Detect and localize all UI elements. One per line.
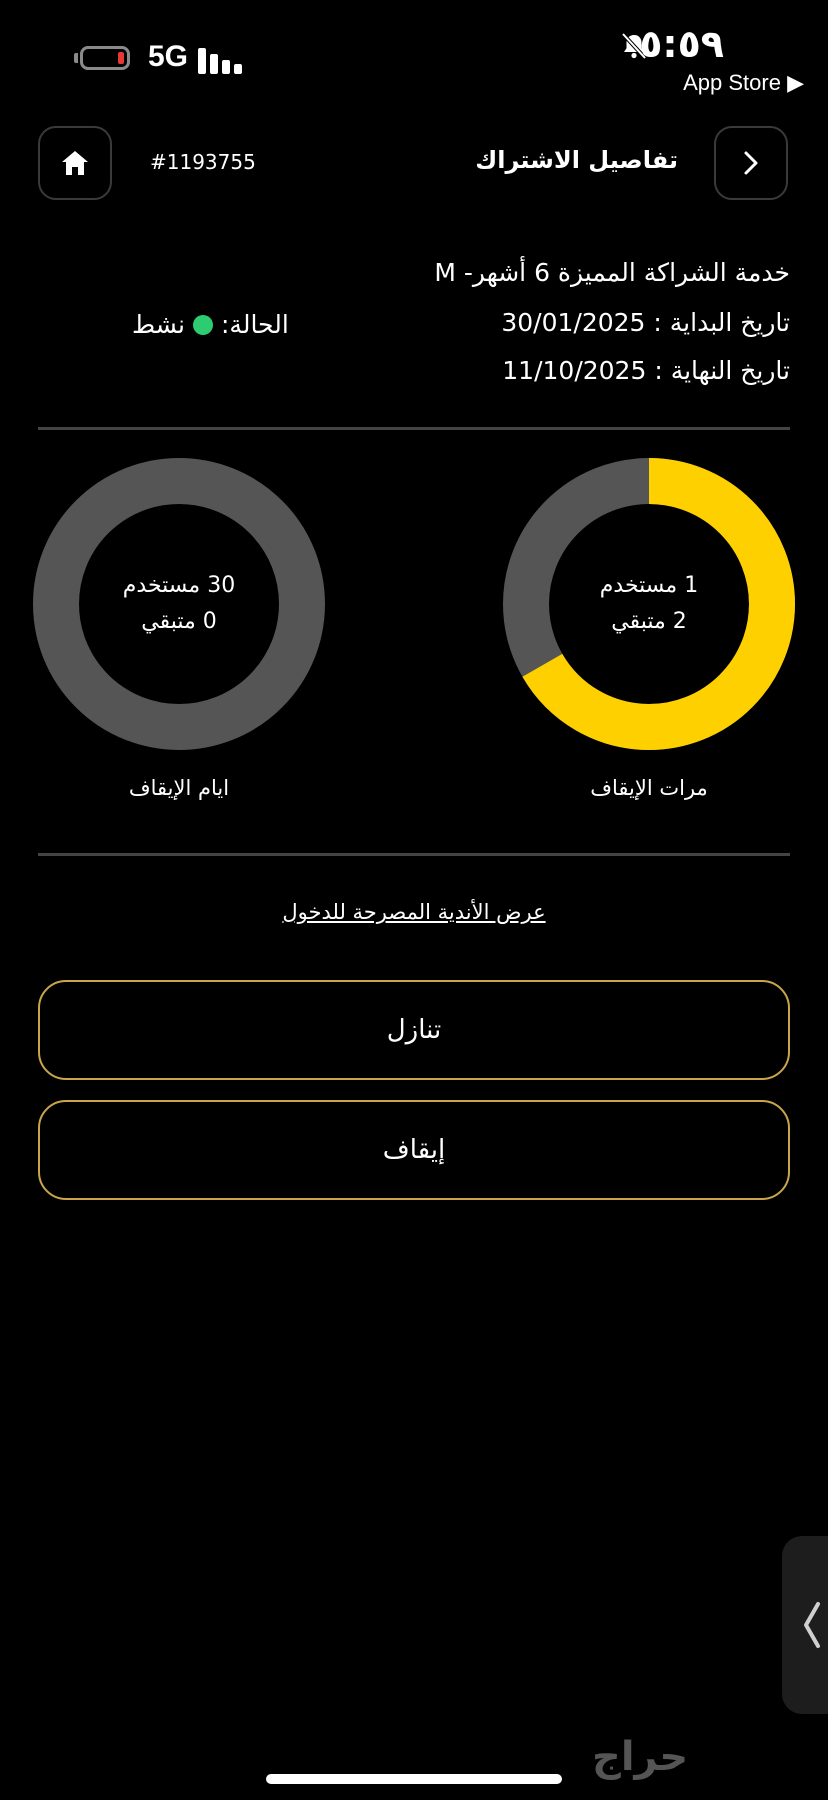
freeze-times-label: مرات الإيقاف	[590, 776, 708, 800]
divider	[38, 427, 790, 430]
end-date: تاريخ النهاية : 11/10/2025	[502, 356, 790, 385]
allowed-clubs-link[interactable]: عرض الأندية المصرحة للدخول	[0, 900, 828, 924]
home-icon	[62, 151, 88, 175]
remaining-count: 2 متبقي	[611, 609, 687, 634]
status-label: الحالة:	[221, 310, 289, 339]
network-type: 5G	[148, 40, 189, 73]
used-count: 1 مستخدم	[599, 573, 699, 598]
freeze-times-ring: 1 مستخدم 2 متبقي	[503, 458, 795, 750]
divider	[38, 853, 790, 856]
battery-nub	[74, 53, 78, 63]
home-button[interactable]	[38, 126, 112, 200]
service-name: خدمة الشراكة المميزة 6 أشهر- M	[434, 258, 790, 287]
chevron-right-icon	[744, 151, 758, 175]
freeze-button[interactable]: إيقاف	[38, 1100, 790, 1200]
start-date: تاريخ البداية : 30/01/2025	[501, 308, 790, 337]
status-row: الحالة: نشط	[132, 310, 289, 339]
freeze-days-label: ايام الإيقاف	[128, 776, 230, 800]
battery-icon	[80, 46, 130, 70]
watermark-logo: حراج	[592, 1734, 689, 1780]
subscription-details-screen: 5G ٥:٥٩ App Store ▶ #1193755 تفاصيل الاش…	[0, 0, 828, 1800]
used-count: 30 مستخدم	[122, 573, 236, 598]
back-to-app-link[interactable]: App Store ▶	[683, 70, 804, 96]
freeze-days-ring: 30 مستخدم 0 متبقي	[33, 458, 325, 750]
status-value: نشط	[132, 310, 185, 339]
subscription-id: #1193755	[150, 150, 256, 174]
ring-center-text: 1 مستخدم 2 متبقي	[503, 458, 795, 750]
back-button[interactable]	[714, 126, 788, 200]
clock: ٥:٥٩	[639, 22, 724, 66]
ring-center-text: 30 مستخدم 0 متبقي	[33, 458, 325, 750]
status-bar: 5G ٥:٥٩ App Store ▶	[0, 0, 828, 110]
remaining-count: 0 متبقي	[141, 609, 217, 634]
chevron-left-icon	[804, 1602, 820, 1648]
home-indicator[interactable]	[266, 1774, 562, 1784]
signal-icon	[198, 46, 244, 74]
status-indicator	[193, 314, 213, 335]
transfer-button[interactable]: تنازل	[38, 980, 790, 1080]
page-title: تفاصيل الاشتراك	[475, 146, 678, 174]
side-panel-tab[interactable]	[782, 1536, 828, 1714]
